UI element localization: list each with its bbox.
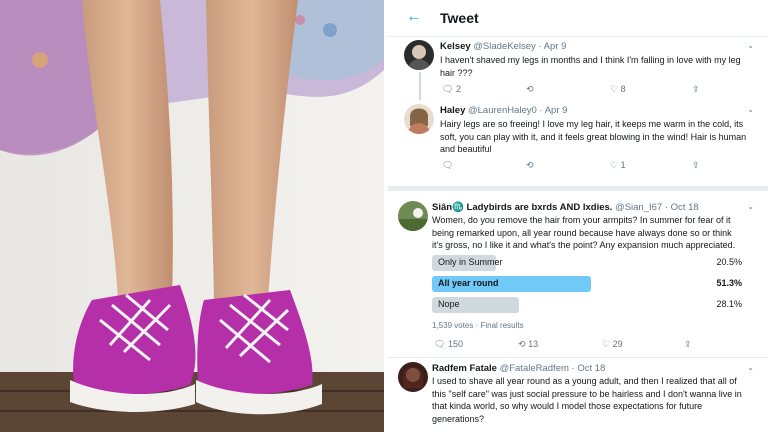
twitter-panel: ← Tweet Kelsey @SladeKelsey · Apr 9 ⌄ I … (388, 0, 768, 432)
tweet-date[interactable]: Apr 9 (544, 41, 567, 52)
poll-option-percent: 51.3% (716, 278, 742, 288)
tweet-haley[interactable]: Haley @LaurenHaley0 · Apr 9 ⌄ Hairy legs… (388, 101, 768, 181)
like-count: 1 (620, 160, 626, 170)
chevron-down-icon[interactable]: ⌄ (747, 363, 754, 372)
poll-meta: 1,539 votes · Final results (432, 321, 524, 330)
tweet-sian-poll[interactable]: Siân♏ Ladybirds are bxrds AND lxdies. @S… (388, 195, 768, 357)
author-handle[interactable]: @FataleRadfem (500, 363, 569, 374)
reply-icon[interactable]: 🗨 (442, 160, 453, 171)
reply-count: 2 (455, 84, 461, 94)
author-handle[interactable]: @Sian_I67 (615, 202, 662, 213)
thread-line (419, 72, 421, 100)
header-title: Tweet (440, 10, 479, 26)
share-icon[interactable]: ⇪ (692, 160, 700, 171)
avatar[interactable] (404, 104, 434, 134)
retweet-action[interactable]: ⟲ 13 (518, 339, 538, 350)
reply-count: 150 (447, 339, 463, 349)
like-action[interactable]: ♡ 1 (610, 160, 626, 171)
like-action[interactable]: ♡ 29 (602, 339, 623, 350)
retweet-icon[interactable]: ⟲ (526, 84, 534, 95)
avatar[interactable] (398, 201, 428, 231)
author-handle[interactable]: @LaurenHaley0 (468, 105, 537, 116)
retweet-icon: ⟲ (518, 339, 526, 349)
poll-option-label: Only in Summer (438, 257, 503, 267)
tweet-radfem[interactable]: Radfem Fatale @FataleRadfem · Oct 18 ⌄ I… (388, 358, 768, 432)
avatar[interactable] (404, 40, 434, 70)
author-name[interactable]: Siân♏ Ladybirds are bxrds AND lxdies. (432, 202, 612, 213)
like-action[interactable]: ♡ 8 (610, 84, 626, 95)
avatar[interactable] (398, 362, 428, 392)
author-name[interactable]: Haley (440, 105, 465, 116)
poll-option: Only in Summer 20.5% (432, 255, 742, 271)
tweet-text: I used to shave all year round as a youn… (432, 376, 742, 424)
chevron-down-icon[interactable]: ⌄ (747, 202, 754, 211)
back-arrow-icon[interactable]: ← (406, 8, 422, 26)
like-count: 29 (612, 339, 623, 349)
poll-option: Nope 28.1% (432, 297, 742, 313)
tweet-text: I haven't shaved my legs in months and I… (440, 55, 741, 78)
divider (388, 186, 768, 191)
tweet-header: ← Tweet (388, 0, 768, 37)
reply-icon: 🗨 (442, 84, 454, 94)
chevron-down-icon[interactable]: ⌄ (747, 41, 754, 50)
author-name[interactable]: Kelsey (440, 41, 471, 52)
poll-option: All year round 51.3% (432, 276, 742, 292)
reply-action[interactable]: 🗨 2 (442, 84, 461, 95)
legs-photo-illustration (0, 0, 384, 432)
reply-action[interactable]: 🗨 150 (434, 339, 463, 350)
chevron-down-icon[interactable]: ⌄ (747, 105, 754, 114)
author-handle[interactable]: @SladeKelsey (473, 41, 535, 52)
share-icon[interactable]: ⇪ (684, 339, 692, 350)
tweet-date[interactable]: Oct 18 (577, 363, 605, 374)
like-count: 8 (620, 84, 626, 94)
poll-option-label: Nope (438, 299, 460, 309)
reply-icon: 🗨 (434, 339, 446, 349)
tweet-text: Hairy legs are so freeing! I love my leg… (440, 119, 747, 154)
legs-photo (0, 0, 384, 432)
author-name[interactable]: Radfem Fatale (432, 363, 497, 374)
heart-icon: ♡ (610, 84, 619, 94)
tweet-date[interactable]: Oct 18 (671, 202, 699, 213)
retweet-icon[interactable]: ⟲ (526, 160, 534, 171)
retweet-count: 13 (528, 339, 539, 349)
share-icon[interactable]: ⇪ (692, 84, 700, 95)
poll-option-percent: 28.1% (716, 299, 742, 309)
heart-icon: ♡ (602, 339, 611, 349)
tweet-text: Women, do you remove the hair from your … (432, 215, 736, 250)
poll-option-label: All year round (438, 278, 499, 288)
heart-icon: ♡ (610, 160, 619, 170)
tweet-date[interactable]: Apr 9 (545, 105, 568, 116)
tweet-kelsey[interactable]: Kelsey @SladeKelsey · Apr 9 ⌄ I haven't … (388, 37, 768, 101)
poll-option-percent: 20.5% (716, 257, 742, 267)
